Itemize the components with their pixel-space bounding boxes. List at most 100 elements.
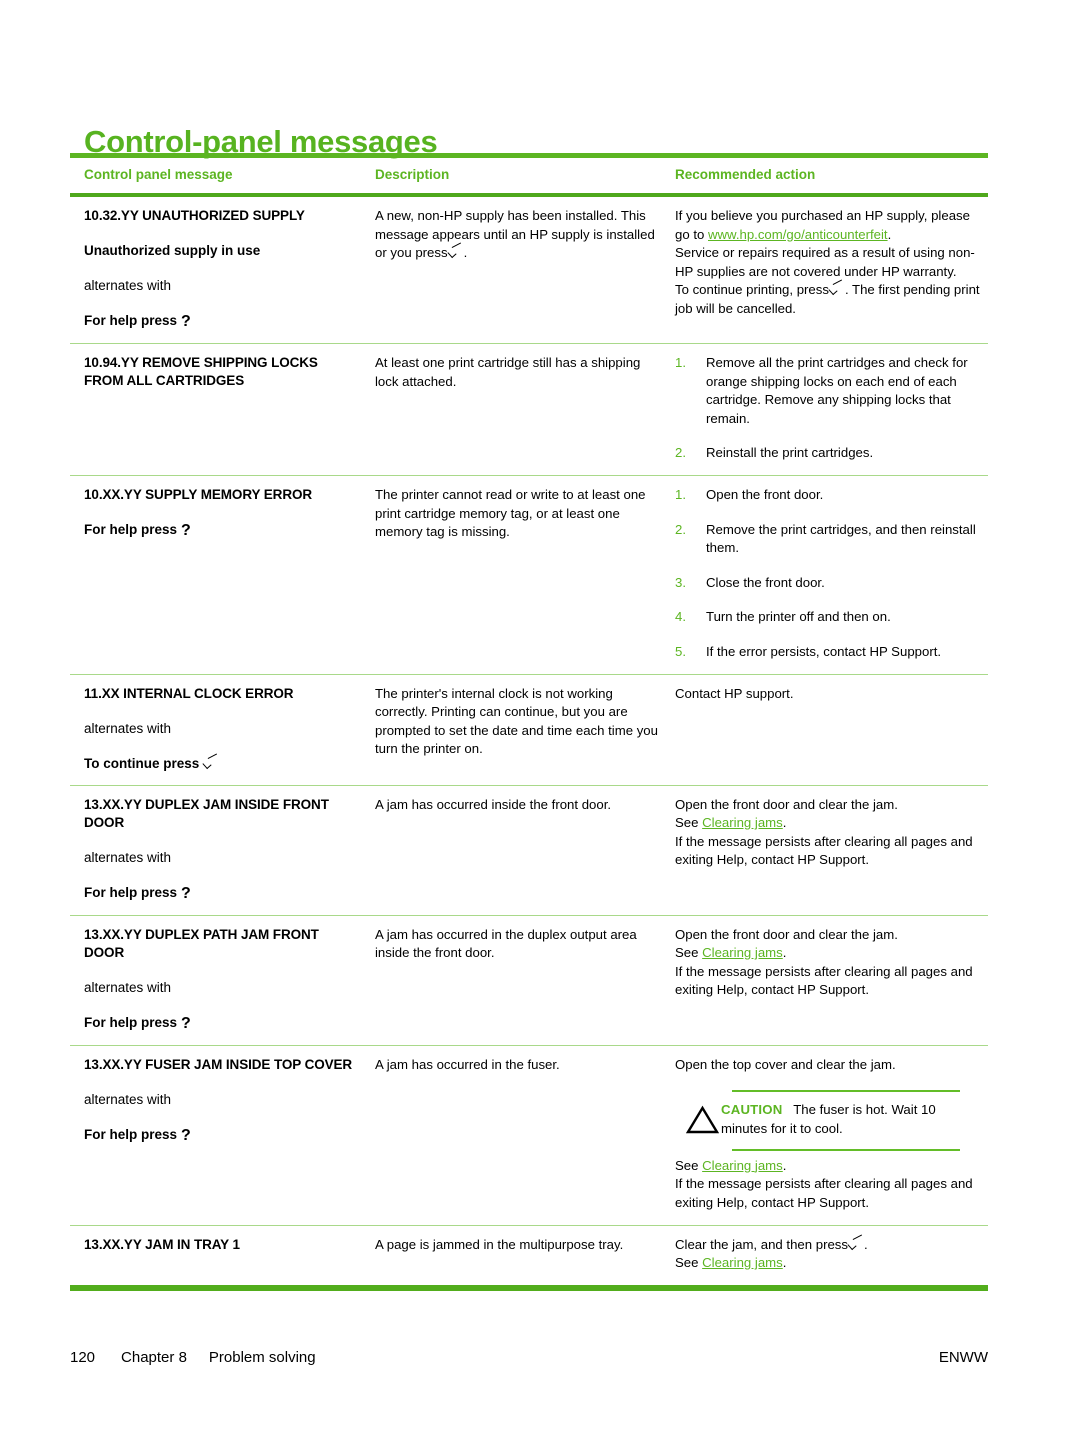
list-item: Close the front door. [675,574,825,592]
document-page: Control-panel messages Control panel mes… [0,0,1080,1437]
caution-triangle-icon [675,1101,721,1140]
message-code-title: 10.94.YY REMOVE SHIPPING LOCKS FROM ALL … [84,355,318,388]
alternates-with-label: alternates with [84,278,172,293]
footer-page-number: 120 [70,1349,96,1366]
table-header-cell-message: Control panel message [70,158,375,193]
question-mark-icon: ? [181,884,191,902]
help-press-label: For help press? [84,521,191,539]
action-steps-list: Remove all the print cartridges and chec… [675,354,982,463]
question-mark-icon: ? [181,313,191,330]
action-see-reference: See Clearing jams. [675,1255,787,1271]
caution-label: CAUTION [721,1102,783,1118]
column-header-label: Control panel message [84,167,233,182]
help-press-label: For help press? [84,1014,191,1032]
list-item: If the error persists, contact HP Suppor… [675,643,942,661]
action-steps-list: Open the front door. Remove the print ca… [675,486,982,662]
description-cell: A jam has occurred in the duplex output … [375,926,637,961]
list-item: Remove the print cartridges, and then re… [675,521,976,556]
action-cell: Open the front door and clear the jam. S… [675,786,988,915]
message-cell: 13.XX.YY DUPLEX PATH JAM FRONT DOOR alte… [70,916,375,1045]
clearing-jams-link[interactable]: Clearing jams [702,1255,783,1270]
message-cell: 10.XX.YY SUPPLY MEMORY ERROR For help pr… [70,476,375,674]
message-cell: 13.XX.YY JAM IN TRAY 1 [70,1226,375,1285]
table-row: 13.XX.YY DUPLEX PATH JAM FRONT DOOR alte… [70,916,988,1045]
description-cell: A jam has occurred inside the front door… [375,796,612,812]
message-cell: 13.XX.YY DUPLEX JAM INSIDE FRONT DOOR al… [70,786,375,915]
help-press-label: For help press? [84,884,191,902]
table-row: 11.XX INTERNAL CLOCK ERROR alternates wi… [70,675,988,785]
message-cell: 13.XX.YY FUSER JAM INSIDE TOP COVER alte… [70,1046,375,1225]
column-header-label: Description [375,167,450,182]
footer-left: 120 Chapter 8 Problem solving [70,1349,316,1366]
action-cell: Remove all the print cartridges and chec… [675,344,988,475]
table-row: 13.XX.YY FUSER JAM INSIDE TOP COVER alte… [70,1046,988,1225]
alternates-with-label: alternates with [84,720,172,736]
caution-bottom-rule [732,1148,960,1151]
continue-press-label: To continue press [84,755,359,773]
action-paragraph: Open the front door and clear the jam. [675,926,898,942]
table-row: 13.XX.YY JAM IN TRAY 1 A page is jammed … [70,1226,988,1285]
action-paragraph: Service or repairs required as a result … [675,245,975,279]
action-paragraph: Clear the jam, and then press. [675,1236,868,1252]
checkmark-icon [204,759,218,769]
question-mark-icon: ? [181,1126,191,1144]
table-row: 10.94.YY REMOVE SHIPPING LOCKS FROM ALL … [70,344,988,475]
control-panel-messages-table: Control panel message Description Recomm… [70,153,988,1291]
caution-callout: CAUTION The fuser is hot. Wait 10 minute… [675,1090,968,1151]
question-mark-icon: ? [181,1014,191,1032]
action-paragraph: To continue printing, press. The first p… [675,282,980,316]
action-cell: If you believe you purchased an HP suppl… [675,197,988,343]
action-paragraph: Open the front door and clear the jam. [675,796,898,812]
action-see-reference: See Clearing jams. [675,945,787,961]
footer-locale: ENWW [938,1349,988,1366]
table-row: 10.32.YY UNAUTHORIZED SUPPLY Unauthorize… [70,197,988,343]
action-see-reference: See Clearing jams. [675,1157,787,1173]
description-cell: The printer's internal clock is not work… [375,685,658,757]
clearing-jams-link[interactable]: Clearing jams [702,815,783,830]
table-row: 13.XX.YY DUPLEX JAM INSIDE FRONT DOOR al… [70,786,988,915]
message-code-title: 13.XX.YY DUPLEX JAM INSIDE FRONT DOOR [84,796,329,830]
action-paragraph: If the message persists after clearing a… [675,963,973,998]
caution-text: CAUTION The fuser is hot. Wait 10 minute… [721,1101,968,1138]
description-cell: A new, non-HP supply has been installed.… [375,208,655,261]
checkmark-icon [849,1240,863,1250]
message-code-title: 13.XX.YY DUPLEX PATH JAM FRONT DOOR [84,926,319,960]
clearing-jams-link[interactable]: Clearing jams [702,945,783,960]
table-bottom-rule [70,1284,988,1291]
checkmark-icon [449,248,463,258]
table-header-row: Control panel message Description Recomm… [70,158,988,193]
clearing-jams-link[interactable]: Clearing jams [702,1158,783,1173]
action-cell: Clear the jam, and then press. See Clear… [675,1226,988,1285]
list-item: Reinstall the print cartridges. [675,444,874,462]
list-item: Open the front door. [675,486,824,504]
action-paragraph: If the message persists after clearing a… [675,833,973,868]
message-cell: 10.32.YY UNAUTHORIZED SUPPLY Unauthorize… [70,197,375,343]
action-paragraph: Open the top cover and clear the jam. [675,1056,896,1072]
message-code-title: 10.XX.YY SUPPLY MEMORY ERROR [84,486,313,502]
description-cell: At least one print cartridge still has a… [375,355,641,389]
action-cell: Contact HP support. [675,675,988,785]
footer-chapter: Chapter 8 [121,1349,187,1366]
list-item: Turn the printer off and then on. [675,608,891,626]
table-row: 10.XX.YY SUPPLY MEMORY ERROR For help pr… [70,476,988,674]
message-cell: 10.94.YY REMOVE SHIPPING LOCKS FROM ALL … [70,344,375,475]
anticounterfeit-link[interactable]: www.hp.com/go/anticounterfeit [708,227,888,242]
alternates-with-label: alternates with [84,979,172,995]
help-press-label: For help press? [84,313,191,330]
description-cell: A page is jammed in the multipurpose tra… [375,1236,624,1252]
action-paragraph: If you believe you purchased an HP suppl… [675,208,970,242]
description-cell: A jam has occurred in the fuser. [375,1056,560,1072]
alternates-with-label: alternates with [84,1091,172,1107]
message-code-title: 13.XX.YY FUSER JAM INSIDE TOP COVER [84,1056,353,1072]
caution-body: CAUTION The fuser is hot. Wait 10 minute… [675,1092,968,1149]
footer-chapter-title: Problem solving [208,1349,316,1366]
message-code-title: 13.XX.YY JAM IN TRAY 1 [84,1236,240,1252]
page-footer: 120 Chapter 8 Problem solving ENWW [70,1349,988,1366]
table-header-cell-description: Description [375,158,675,193]
list-item: Remove all the print cartridges and chec… [675,354,968,426]
column-header-label: Recommended action [675,167,816,182]
action-paragraph: Contact HP support. [675,685,794,701]
question-mark-icon: ? [181,521,191,539]
action-see-reference: See Clearing jams. [675,815,787,831]
action-cell: Open the front door. Remove the print ca… [675,476,988,674]
